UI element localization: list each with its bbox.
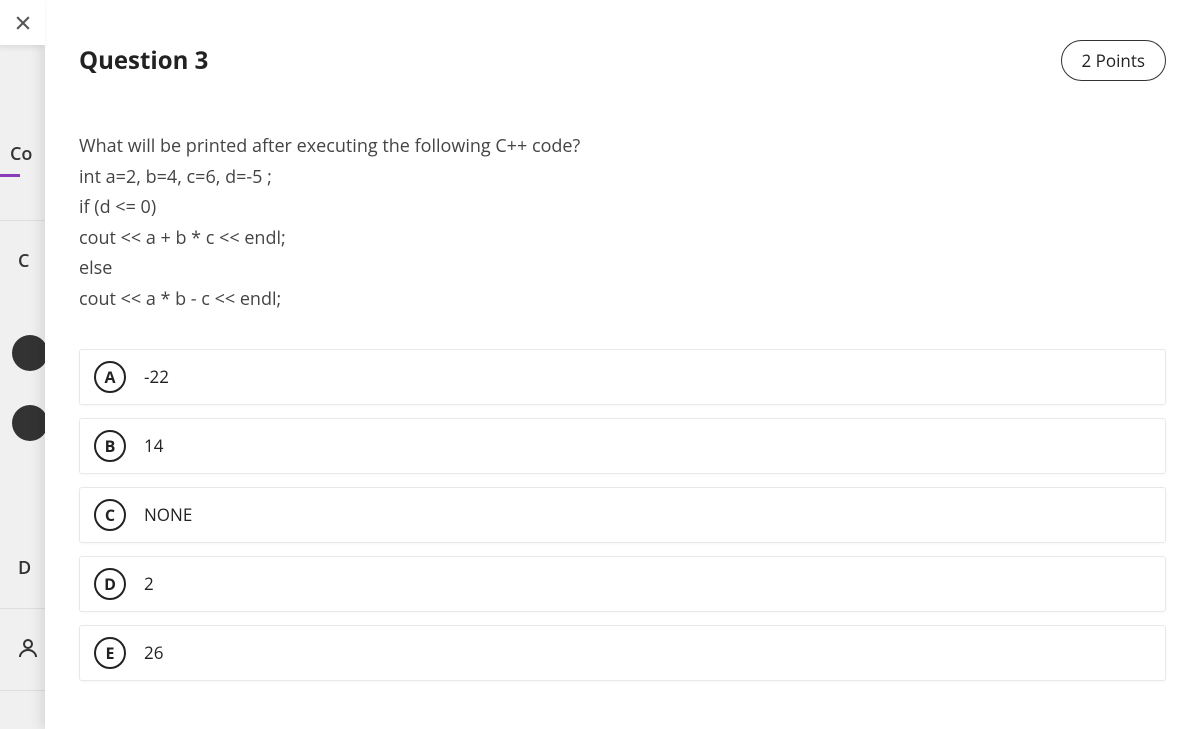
question-title: Question 3 <box>79 44 208 77</box>
divider <box>0 220 45 221</box>
option-text: 26 <box>144 641 163 664</box>
person-icon <box>16 636 40 660</box>
option-letter: D <box>94 568 126 600</box>
avatar <box>12 335 48 371</box>
option-a[interactable]: A -22 <box>79 349 1166 405</box>
progress-bar <box>0 174 20 177</box>
options-list: A -22 B 14 C NONE D 2 E 26 <box>79 349 1166 681</box>
option-e[interactable]: E 26 <box>79 625 1166 681</box>
code-line: cout << a + b * c << endl; <box>79 223 1166 254</box>
divider <box>0 690 45 691</box>
close-icon <box>13 13 33 33</box>
option-letter: A <box>94 361 126 393</box>
code-line: else <box>79 253 1166 284</box>
code-line: int a=2, b=4, c=6, d=-5 ; <box>79 162 1166 193</box>
option-b[interactable]: B 14 <box>79 418 1166 474</box>
modal-content: Question 3 2 Points What will be printed… <box>45 0 1200 701</box>
code-line: cout << a * b - c << endl; <box>79 284 1166 315</box>
option-letter: E <box>94 637 126 669</box>
question-prompt: What will be printed after executing the… <box>79 131 1166 162</box>
option-text: -22 <box>144 365 169 388</box>
divider <box>0 608 45 609</box>
code-line: if (d <= 0) <box>79 192 1166 223</box>
close-button[interactable] <box>0 0 45 45</box>
question-header: Question 3 2 Points <box>79 40 1166 81</box>
option-letter: B <box>94 430 126 462</box>
question-modal: Question 3 2 Points What will be printed… <box>45 0 1200 729</box>
points-badge: 2 Points <box>1061 40 1166 81</box>
option-c[interactable]: C NONE <box>79 487 1166 543</box>
option-text: NONE <box>144 503 192 526</box>
option-letter: C <box>94 499 126 531</box>
option-text: 14 <box>144 434 163 457</box>
bg-label-c: C <box>18 249 29 273</box>
option-text: 2 <box>144 572 154 595</box>
avatar <box>12 405 48 441</box>
option-d[interactable]: D 2 <box>79 556 1166 612</box>
question-body: What will be printed after executing the… <box>79 131 1166 315</box>
bg-label-d: D <box>18 556 31 580</box>
bg-label-co: Co <box>10 142 32 166</box>
